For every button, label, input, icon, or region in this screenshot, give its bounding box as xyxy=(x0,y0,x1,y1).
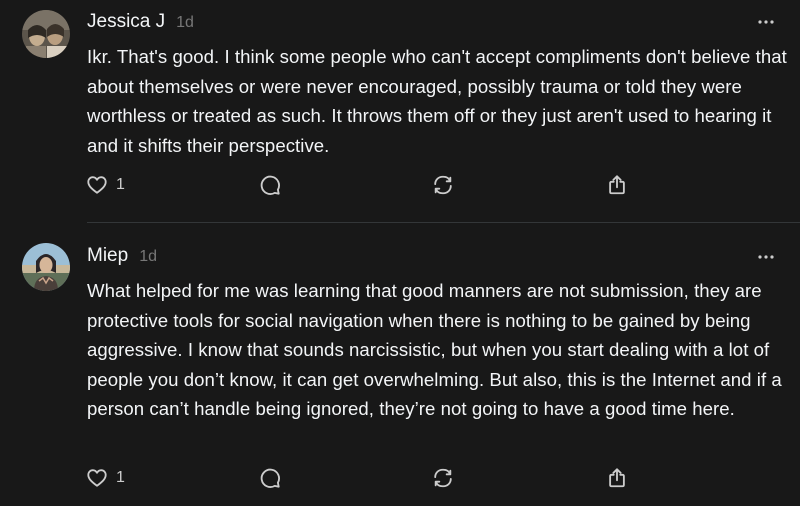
like-count: 1 xyxy=(116,469,125,486)
share-icon xyxy=(609,175,625,195)
like-button[interactable]: 1 xyxy=(86,463,125,493)
more-icon xyxy=(758,20,774,24)
action-bar: 1 xyxy=(86,170,646,200)
repost-button[interactable] xyxy=(432,170,454,200)
post-text: What helped for me was learning that goo… xyxy=(87,280,782,419)
post: Jessica J 1d Ikr. That's good. I think s… xyxy=(0,0,800,222)
reply-button[interactable] xyxy=(259,463,281,493)
username[interactable]: Miep xyxy=(87,245,128,267)
share-icon xyxy=(609,468,625,488)
repost-icon xyxy=(434,468,452,488)
repost-button[interactable] xyxy=(432,463,454,493)
like-button[interactable]: 1 xyxy=(86,170,125,200)
comment-icon xyxy=(260,175,280,195)
post-header: Jessica J 1d xyxy=(87,11,194,39)
reply-button[interactable] xyxy=(259,170,281,200)
comment-icon xyxy=(260,468,280,488)
more-options-button[interactable] xyxy=(754,245,778,269)
timestamp[interactable]: 1d xyxy=(139,248,157,266)
share-button[interactable] xyxy=(606,463,628,493)
thread-feed: Jessica J 1d Ikr. That's good. I think s… xyxy=(0,0,800,506)
more-icon xyxy=(758,255,774,259)
more-options-button[interactable] xyxy=(754,10,778,34)
heart-icon xyxy=(87,176,107,194)
heart-icon xyxy=(87,469,107,487)
post-header: Miep 1d xyxy=(87,245,157,273)
action-bar: 1 xyxy=(86,463,646,493)
like-count: 1 xyxy=(116,176,125,193)
post: Miep 1d What helped for me was learning … xyxy=(0,223,800,506)
avatar[interactable] xyxy=(22,10,70,58)
repost-icon xyxy=(434,175,452,195)
username[interactable]: Jessica J xyxy=(87,11,165,33)
share-button[interactable] xyxy=(606,170,628,200)
avatar[interactable] xyxy=(22,243,70,291)
post-text: Ikr. That's good. I think some people wh… xyxy=(87,46,787,156)
timestamp[interactable]: 1d xyxy=(176,14,194,32)
